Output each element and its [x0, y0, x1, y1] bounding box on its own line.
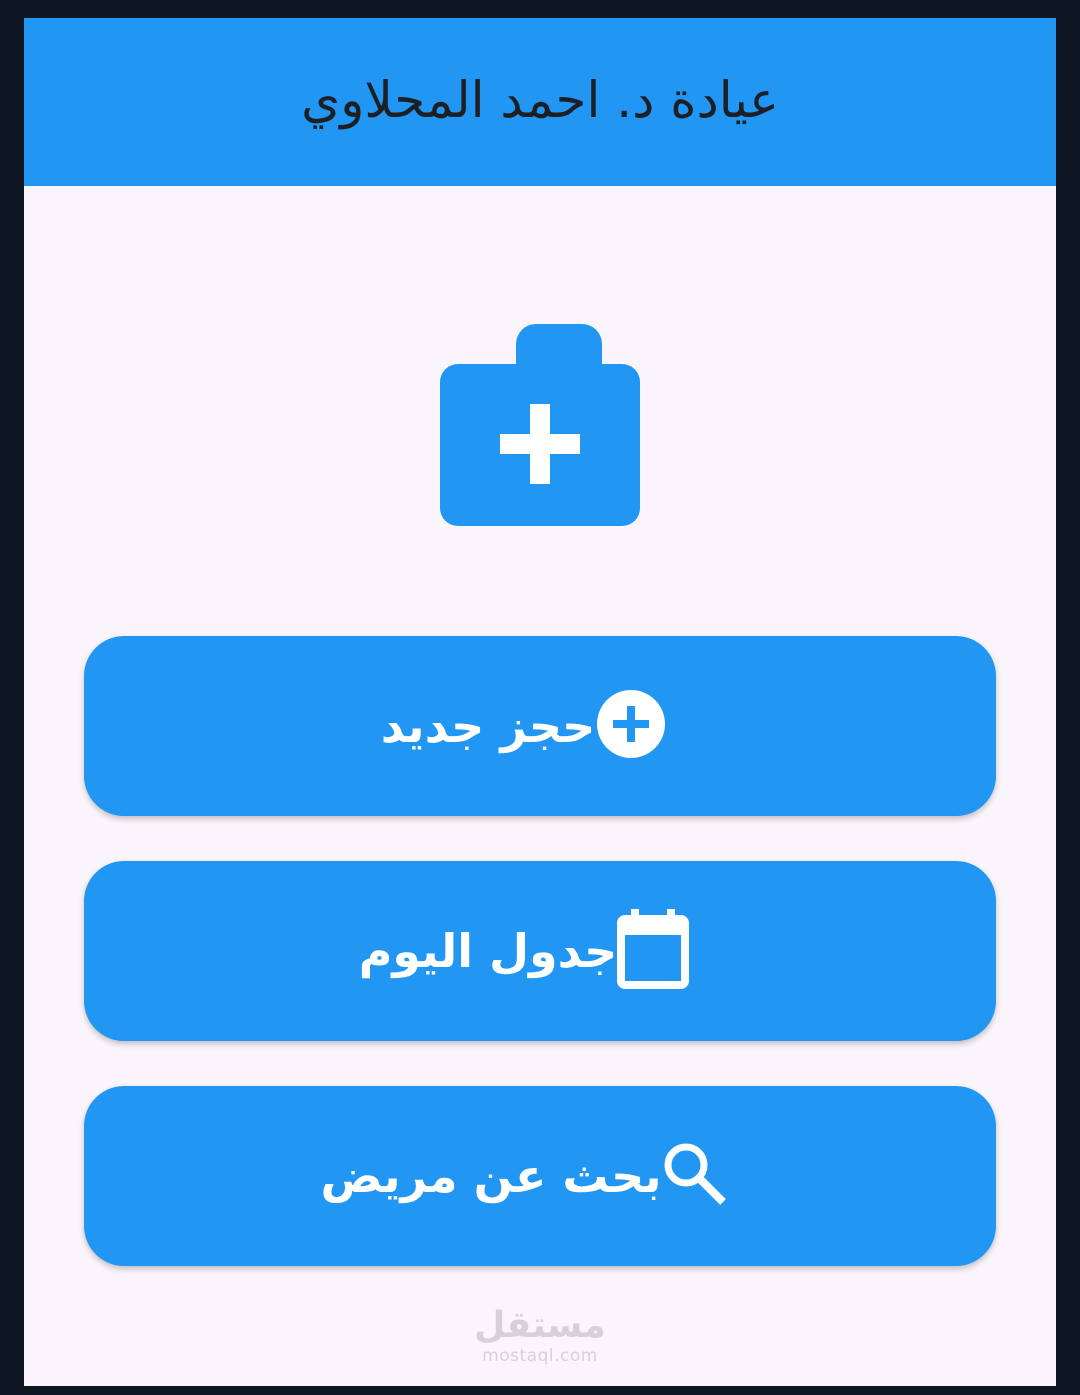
search-icon — [662, 1141, 728, 1211]
page-title: عيادة د. احمد المحلاوي — [301, 71, 779, 129]
search-patient-button[interactable]: بحث عن مريض — [84, 1086, 996, 1266]
add-circle-icon — [595, 688, 667, 764]
search-patient-label: بحث عن مريض — [320, 1149, 662, 1203]
today-schedule-label: جدول اليوم — [358, 924, 618, 978]
app-screen: عيادة د. احمد المحلاوي حجز جديد جدول الي… — [24, 18, 1056, 1386]
new-booking-label: حجز جديد — [380, 699, 596, 753]
today-schedule-button[interactable]: جدول اليوم — [84, 861, 996, 1041]
watermark-url: mostaql.com — [482, 1346, 598, 1366]
calendar-icon — [617, 909, 690, 993]
app-bar: عيادة د. احمد المحلاوي — [24, 18, 1056, 186]
watermark: مستقل mostaql.com — [24, 1305, 1056, 1367]
watermark-arabic: مستقل — [474, 1305, 606, 1346]
medical-bag-icon — [440, 324, 640, 526]
new-booking-button[interactable]: حجز جديد — [84, 636, 996, 816]
